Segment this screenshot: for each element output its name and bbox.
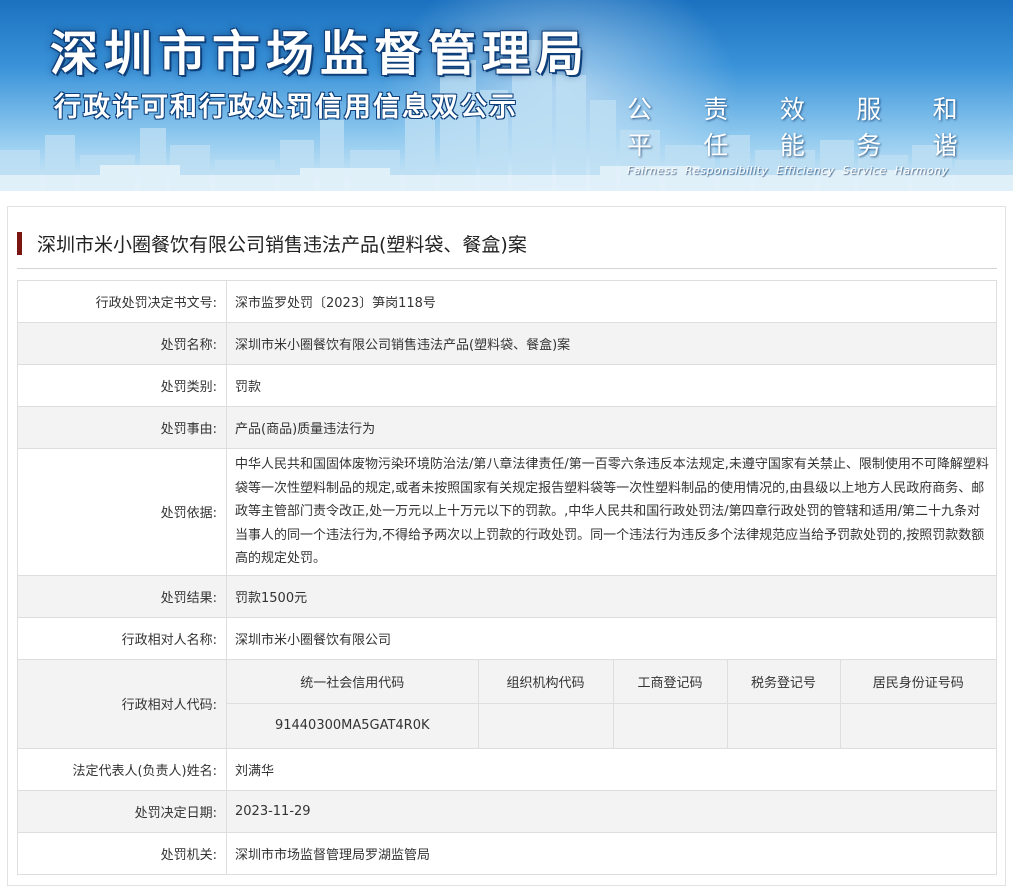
motto-english: Fairness Responsibility Efficiency Servi…	[627, 164, 987, 177]
field-label: 行政相对人名称:	[17, 616, 227, 660]
credit-code-value: 91440300MA5GAT4R0K	[227, 703, 479, 748]
penalty-name-value: 深圳市米小圈餐饮有限公司销售违法产品(塑料袋、餐盒)案	[226, 322, 997, 365]
table-row: 行政相对人名称: 深圳市米小圈餐饮有限公司	[17, 616, 997, 660]
field-label: 处罚决定日期:	[17, 789, 227, 833]
codes-header-row: 统一社会信用代码 组织机构代码 工商登记码 税务登记号 居民身份证号码	[227, 659, 996, 704]
penalty-info-table: 行政处罚决定书文号: 深市监罗处罚〔2023〕笋岗118号 处罚名称: 深圳市米…	[17, 280, 997, 875]
motto-word: 和谐	[932, 95, 961, 160]
table-row: 处罚结果: 罚款1500元	[17, 574, 997, 618]
motto-word-en: Service	[842, 164, 887, 177]
id-number-value	[839, 703, 996, 748]
motto-chinese: 公平 责任 效能 服务 和谐	[627, 90, 987, 162]
title-accent-bar	[17, 232, 22, 255]
motto-word: 效能	[779, 95, 808, 160]
field-label: 处罚类别:	[17, 364, 227, 407]
table-row: 行政相对人代码: 统一社会信用代码 组织机构代码 工商登记码 税务登记号 居民身…	[17, 658, 997, 749]
table-row: 处罚机关: 深圳市市场监督管理局罗湖监管局	[17, 831, 997, 875]
field-label: 处罚依据:	[17, 448, 227, 576]
legal-rep-value: 刘满华	[226, 747, 997, 791]
table-row: 行政处罚决定书文号: 深市监罗处罚〔2023〕笋岗118号	[17, 280, 997, 323]
field-label: 行政相对人代码:	[17, 658, 227, 749]
counterparty-name-value: 深圳市米小圈餐饮有限公司	[226, 616, 997, 660]
case-title: 深圳市米小圈餐饮有限公司销售违法产品(塑料袋、餐盒)案	[37, 234, 527, 256]
motto-word-en: Fairness	[627, 164, 677, 177]
motto-word-en: Efficiency	[776, 164, 835, 177]
table-row: 处罚事由: 产品(商品)质量违法行为	[17, 406, 997, 449]
table-row: 处罚决定日期: 2023-11-29	[17, 789, 997, 833]
table-row: 处罚名称: 深圳市米小圈餐饮有限公司销售违法产品(塑料袋、餐盒)案	[17, 322, 997, 365]
tax-reg-value	[726, 703, 841, 748]
header-banner: 深圳市市场监督管理局 行政许可和行政处罚信用信息双公示 公平 责任 效能 服务 …	[0, 0, 1013, 191]
field-label: 行政处罚决定书文号:	[17, 280, 227, 323]
table-row: 法定代表人(负责人)姓名: 刘满华	[17, 747, 997, 791]
penalty-type-value: 罚款	[226, 364, 997, 407]
code-header: 组织机构代码	[477, 659, 614, 704]
counterparty-codes-table: 统一社会信用代码 组织机构代码 工商登记码 税务登记号 居民身份证号码 9144…	[227, 659, 996, 748]
penalty-reason-value: 产品(商品)质量违法行为	[226, 406, 997, 449]
code-header: 统一社会信用代码	[227, 659, 479, 704]
field-label: 处罚机关:	[17, 831, 227, 875]
field-label: 处罚名称:	[17, 322, 227, 365]
field-label: 法定代表人(负责人)姓名:	[17, 747, 227, 791]
motto-word: 责任	[703, 95, 732, 160]
code-header: 居民身份证号码	[839, 659, 996, 704]
table-row: 处罚依据: 中华人民共和国固体废物污染环境防治法/第八章法律责任/第一百零六条违…	[17, 448, 997, 576]
business-reg-value	[612, 703, 728, 748]
field-label: 处罚结果:	[17, 574, 227, 618]
motto-block: 公平 责任 效能 服务 和谐 Fairness Responsibility E…	[627, 90, 987, 177]
table-row: 处罚类别: 罚款	[17, 364, 997, 407]
penalty-basis-value: 中华人民共和国固体废物污染环境防治法/第八章法律责任/第一百零六条违反本法规定,…	[226, 448, 997, 576]
field-label: 处罚事由:	[17, 406, 227, 449]
motto-word-en: Harmony	[894, 164, 949, 177]
counterparty-code-cell: 统一社会信用代码 组织机构代码 工商登记码 税务登记号 居民身份证号码 9144…	[226, 658, 997, 749]
decision-date-value: 2023-11-29	[226, 789, 997, 833]
case-title-header: 深圳市米小圈餐饮有限公司销售违法产品(塑料袋、餐盒)案	[17, 225, 997, 269]
org-code-value	[477, 703, 614, 748]
decision-number-value: 深市监罗处罚〔2023〕笋岗118号	[226, 280, 997, 323]
authority-value: 深圳市市场监督管理局罗湖监管局	[226, 831, 997, 875]
motto-word: 服务	[856, 95, 885, 160]
motto-word: 公平	[627, 95, 656, 160]
motto-word-en: Responsibility	[684, 164, 769, 177]
penalty-result-value: 罚款1500元	[226, 574, 997, 618]
code-header: 工商登记码	[612, 659, 728, 704]
content-panel: 深圳市米小圈餐饮有限公司销售违法产品(塑料袋、餐盒)案 行政处罚决定书文号: 深…	[7, 206, 1006, 886]
agency-subtitle: 行政许可和行政处罚信用信息双公示	[54, 92, 518, 123]
code-header: 税务登记号	[726, 659, 841, 704]
codes-value-row: 91440300MA5GAT4R0K	[227, 703, 996, 748]
agency-title: 深圳市市场监督管理局	[50, 26, 591, 82]
